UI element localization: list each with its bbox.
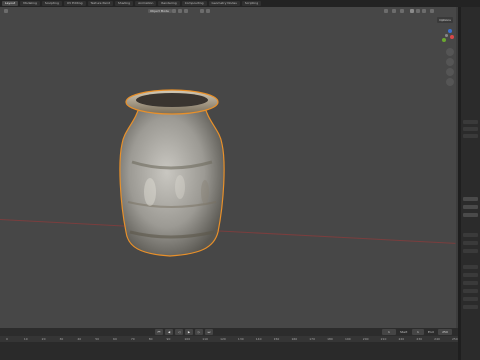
transform-orientation-icon[interactable]	[200, 9, 204, 13]
x-axis-icon	[450, 35, 454, 39]
timeline-header: ⏮ ◀ ◁ ▶ ▷ ⏭ 1 Start 1 End 250	[0, 328, 458, 336]
end-frame-field[interactable]: 250	[438, 329, 452, 335]
rendered-shading-icon[interactable]	[422, 9, 426, 13]
properties-panel	[458, 7, 480, 360]
timeline-area[interactable]	[0, 342, 458, 360]
start-frame-label: Start	[400, 330, 408, 334]
show-gizmo-icon[interactable]	[384, 9, 388, 13]
workspace-tab[interactable]: Scripting	[241, 1, 262, 6]
property-row[interactable]	[463, 289, 478, 293]
workspace-tab[interactable]: Compositing	[181, 1, 207, 6]
material-shading-icon[interactable]	[416, 9, 420, 13]
z-axis-icon	[448, 29, 452, 33]
play-reverse-icon[interactable]: ◁	[175, 329, 183, 335]
workspace-tab[interactable]: Layout	[2, 1, 19, 6]
view-menu-icon[interactable]	[172, 9, 176, 13]
property-row[interactable]	[463, 233, 478, 237]
property-row[interactable]	[463, 273, 478, 277]
workspace-tab[interactable]: Rendering	[158, 1, 180, 6]
workspace-tab[interactable]: Modeling	[20, 1, 40, 6]
property-row[interactable]	[463, 205, 478, 209]
editor-type-icon[interactable]	[4, 9, 8, 13]
object-mode-dropdown[interactable]: Object Mode	[148, 9, 172, 13]
end-frame-label: End	[428, 330, 434, 334]
xray-icon[interactable]	[400, 9, 404, 13]
gizmo-center-icon	[445, 34, 448, 37]
jump-start-icon[interactable]: ⏮	[155, 329, 163, 335]
start-frame-field[interactable]: 1	[412, 329, 424, 335]
overlays-icon[interactable]	[392, 9, 396, 13]
add-menu-icon[interactable]	[184, 9, 188, 13]
y-axis-icon	[442, 38, 446, 42]
jump-end-icon[interactable]: ⏭	[205, 329, 213, 335]
play-icon[interactable]: ▶	[185, 329, 193, 335]
property-row[interactable]	[463, 241, 478, 245]
outliner-row[interactable]	[463, 127, 478, 131]
property-row[interactable]	[463, 305, 478, 309]
snap-icon[interactable]	[206, 9, 210, 13]
solid-shading-icon[interactable]	[410, 9, 414, 13]
workspace-tab[interactable]: Geometry Nodes	[208, 1, 240, 6]
shading-options-icon[interactable]	[430, 9, 434, 13]
current-frame-field[interactable]: 1	[382, 329, 396, 335]
property-row[interactable]	[463, 265, 478, 269]
select-menu-icon[interactable]	[178, 9, 182, 13]
workspace-tab[interactable]: Animation	[135, 1, 157, 6]
outliner-row[interactable]	[463, 120, 478, 124]
properties-tab-strip	[458, 7, 461, 360]
property-row[interactable]	[463, 249, 478, 253]
workspace-tab[interactable]: Texture Paint	[87, 1, 113, 6]
ceramic-jar-object[interactable]	[110, 82, 240, 267]
workspace-tab-bar: Layout Modeling Sculpting UV Editing Texture…	[0, 0, 480, 7]
options-button[interactable]: Options	[437, 17, 453, 23]
pan-hand-icon[interactable]	[446, 58, 454, 66]
outliner-row[interactable]	[463, 134, 478, 138]
prev-keyframe-icon[interactable]: ◀	[165, 329, 173, 335]
workspace-tab[interactable]: UV Editing	[63, 1, 86, 6]
viewport-header: Object Mode	[0, 7, 456, 15]
perspective-grid-icon[interactable]	[446, 78, 454, 86]
property-row[interactable]	[463, 297, 478, 301]
3d-viewport[interactable]: Object Mode Options	[0, 7, 456, 328]
workspace-tab[interactable]: Sculpting	[41, 1, 62, 6]
property-row[interactable]	[463, 197, 478, 201]
navigation-gizmo[interactable]	[436, 27, 454, 45]
property-row[interactable]	[463, 281, 478, 285]
next-keyframe-icon[interactable]: ▷	[195, 329, 203, 335]
camera-view-icon[interactable]	[446, 68, 454, 76]
workspace-tab[interactable]: Shading	[114, 1, 134, 6]
zoom-icon[interactable]	[446, 48, 454, 56]
property-row[interactable]	[463, 213, 478, 217]
